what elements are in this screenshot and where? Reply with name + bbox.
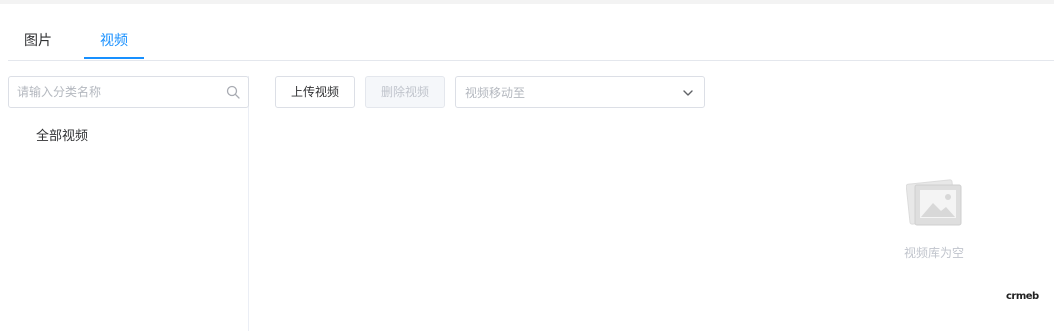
tab-bar: 图片 视频 (8, 30, 1054, 61)
active-tab-indicator (84, 57, 144, 59)
move-to-select-placeholder: 视频移动至 (465, 86, 526, 100)
empty-image-icon (906, 179, 962, 226)
top-strip (0, 0, 1054, 4)
move-to-select[interactable]: 视频移动至 (455, 76, 705, 108)
chevron-down-icon (683, 90, 693, 96)
empty-state-text: 视频库为空 (904, 246, 965, 260)
category-search[interactable] (8, 76, 249, 108)
search-icon[interactable] (226, 85, 240, 99)
delete-video-button[interactable]: 删除视频 (365, 76, 445, 108)
brand-logo: crmeb (1006, 291, 1039, 302)
tab-images[interactable]: 图片 (24, 30, 52, 59)
category-sidebar: 全部视频 (8, 76, 249, 331)
category-search-input[interactable] (17, 83, 217, 101)
category-item-all-videos[interactable]: 全部视频 (36, 125, 88, 144)
upload-video-button[interactable]: 上传视频 (275, 76, 355, 108)
tab-videos[interactable]: 视频 (100, 30, 128, 59)
